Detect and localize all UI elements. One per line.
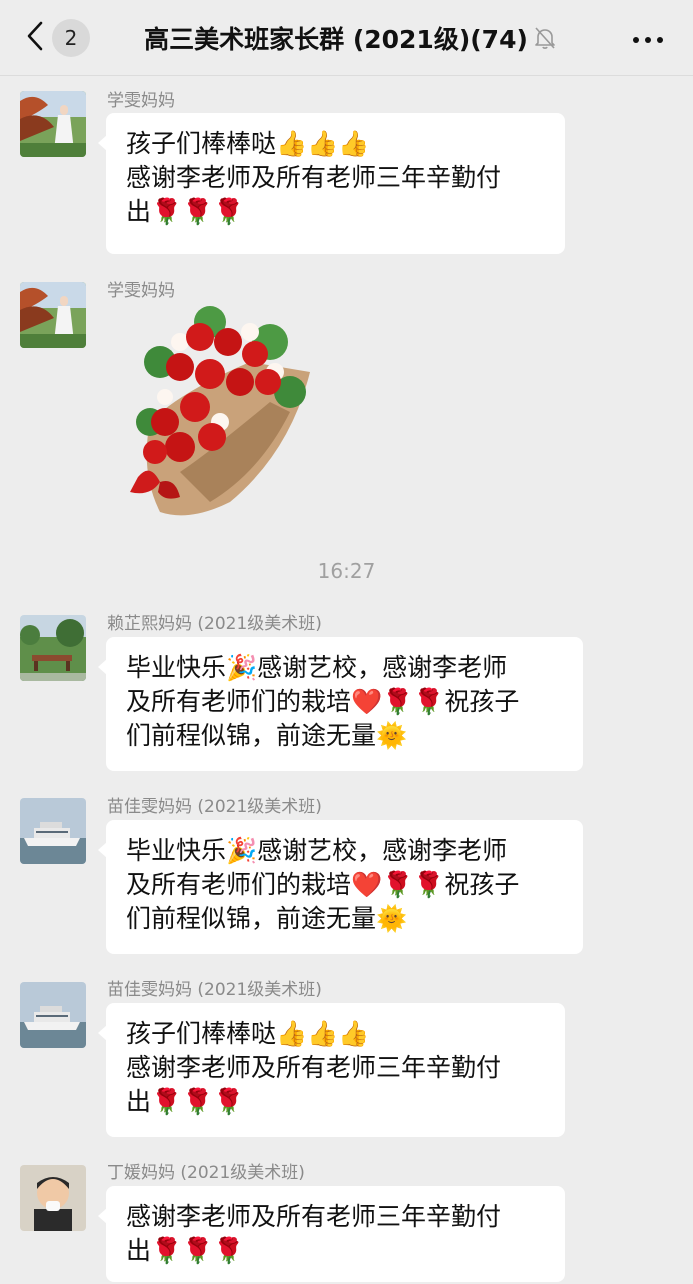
message-text-line: 们前程似锦，前途无量🌞	[126, 721, 408, 750]
sender-name: 学雯妈妈	[107, 281, 175, 301]
chat-title-container[interactable]: 高三美术班家长群 (2021级)(74)	[130, 18, 570, 58]
avatar-miaojiawen-mom[interactable]	[20, 982, 86, 1048]
rose-bouquet-sticker[interactable]	[120, 302, 320, 522]
message-bubble[interactable]: 毕业快乐🎉感谢艺校，感谢李老师 及所有老师们的栽培❤️🌹🌹祝孩子 们前程似锦，前…	[98, 637, 583, 771]
avatar-miaojiawen-mom[interactable]	[20, 798, 86, 864]
sender-name: 学雯妈妈	[107, 91, 175, 111]
message-text-line: 感谢李老师及所有老师三年辛勤付	[126, 163, 502, 192]
sender-name: 丁媛妈妈 (2021级美术班)	[107, 1163, 305, 1183]
message-text-line: 感谢李老师及所有老师三年辛勤付	[126, 1202, 502, 1231]
avatar-laizhixi-mom[interactable]	[20, 615, 86, 681]
message-bubble[interactable]: 毕业快乐🎉感谢艺校，感谢李老师 及所有老师们的栽培❤️🌹🌹祝孩子 们前程似锦，前…	[98, 820, 583, 954]
sender-name: 苗佳雯妈妈 (2021级美术班)	[107, 797, 322, 817]
sender-name: 赖芷熙妈妈 (2021级美术班)	[107, 614, 322, 634]
timestamp: 16:27	[317, 559, 376, 583]
chat-title: 高三美术班家长群 (2021级)(74)	[144, 25, 528, 54]
message-text-line: 及所有老师们的栽培❤️🌹🌹祝孩子	[126, 687, 520, 716]
unread-count-badge[interactable]: 2	[52, 19, 90, 57]
message-bubble[interactable]: 感谢李老师及所有老师三年辛勤付 出🌹🌹🌹	[98, 1186, 565, 1282]
message-text-line: 出🌹🌹🌹	[126, 1087, 245, 1116]
message-text-line: 出🌹🌹🌹	[126, 197, 245, 226]
message-text-line: 毕业快乐🎉感谢艺校，感谢李老师	[126, 836, 508, 865]
more-options-button[interactable]	[628, 24, 668, 52]
message-text-line: 孩子们棒棒哒👍👍👍	[126, 1019, 370, 1048]
avatar-xuewen-mom[interactable]	[20, 282, 86, 348]
chevron-left-icon	[26, 21, 44, 55]
message-text-line: 感谢李老师及所有老师三年辛勤付	[126, 1053, 502, 1082]
avatar-xuewen-mom[interactable]	[20, 91, 86, 157]
message-text-line: 及所有老师们的栽培❤️🌹🌹祝孩子	[126, 870, 520, 899]
sender-name: 苗佳雯妈妈 (2021级美术班)	[107, 980, 322, 1000]
message-text-line: 孩子们棒棒哒👍👍👍	[126, 129, 370, 158]
message-text-line: 出🌹🌹🌹	[126, 1236, 245, 1265]
chat-header: 2 高三美术班家长群 (2021级)(74)	[0, 0, 693, 76]
message-bubble[interactable]: 孩子们棒棒哒👍👍👍 感谢李老师及所有老师三年辛勤付 出🌹🌹🌹	[98, 1003, 565, 1137]
back-button[interactable]	[22, 21, 48, 55]
message-text-line: 们前程似锦，前途无量🌞	[126, 904, 408, 933]
message-bubble[interactable]: 孩子们棒棒哒👍👍👍 感谢李老师及所有老师三年辛勤付 出🌹🌹🌹	[98, 113, 565, 254]
more-dots-icon	[632, 29, 664, 48]
avatar-dingyuan-mom[interactable]	[20, 1165, 86, 1231]
message-text-line: 毕业快乐🎉感谢艺校，感谢李老师	[126, 653, 508, 682]
bell-off-icon	[534, 26, 556, 50]
